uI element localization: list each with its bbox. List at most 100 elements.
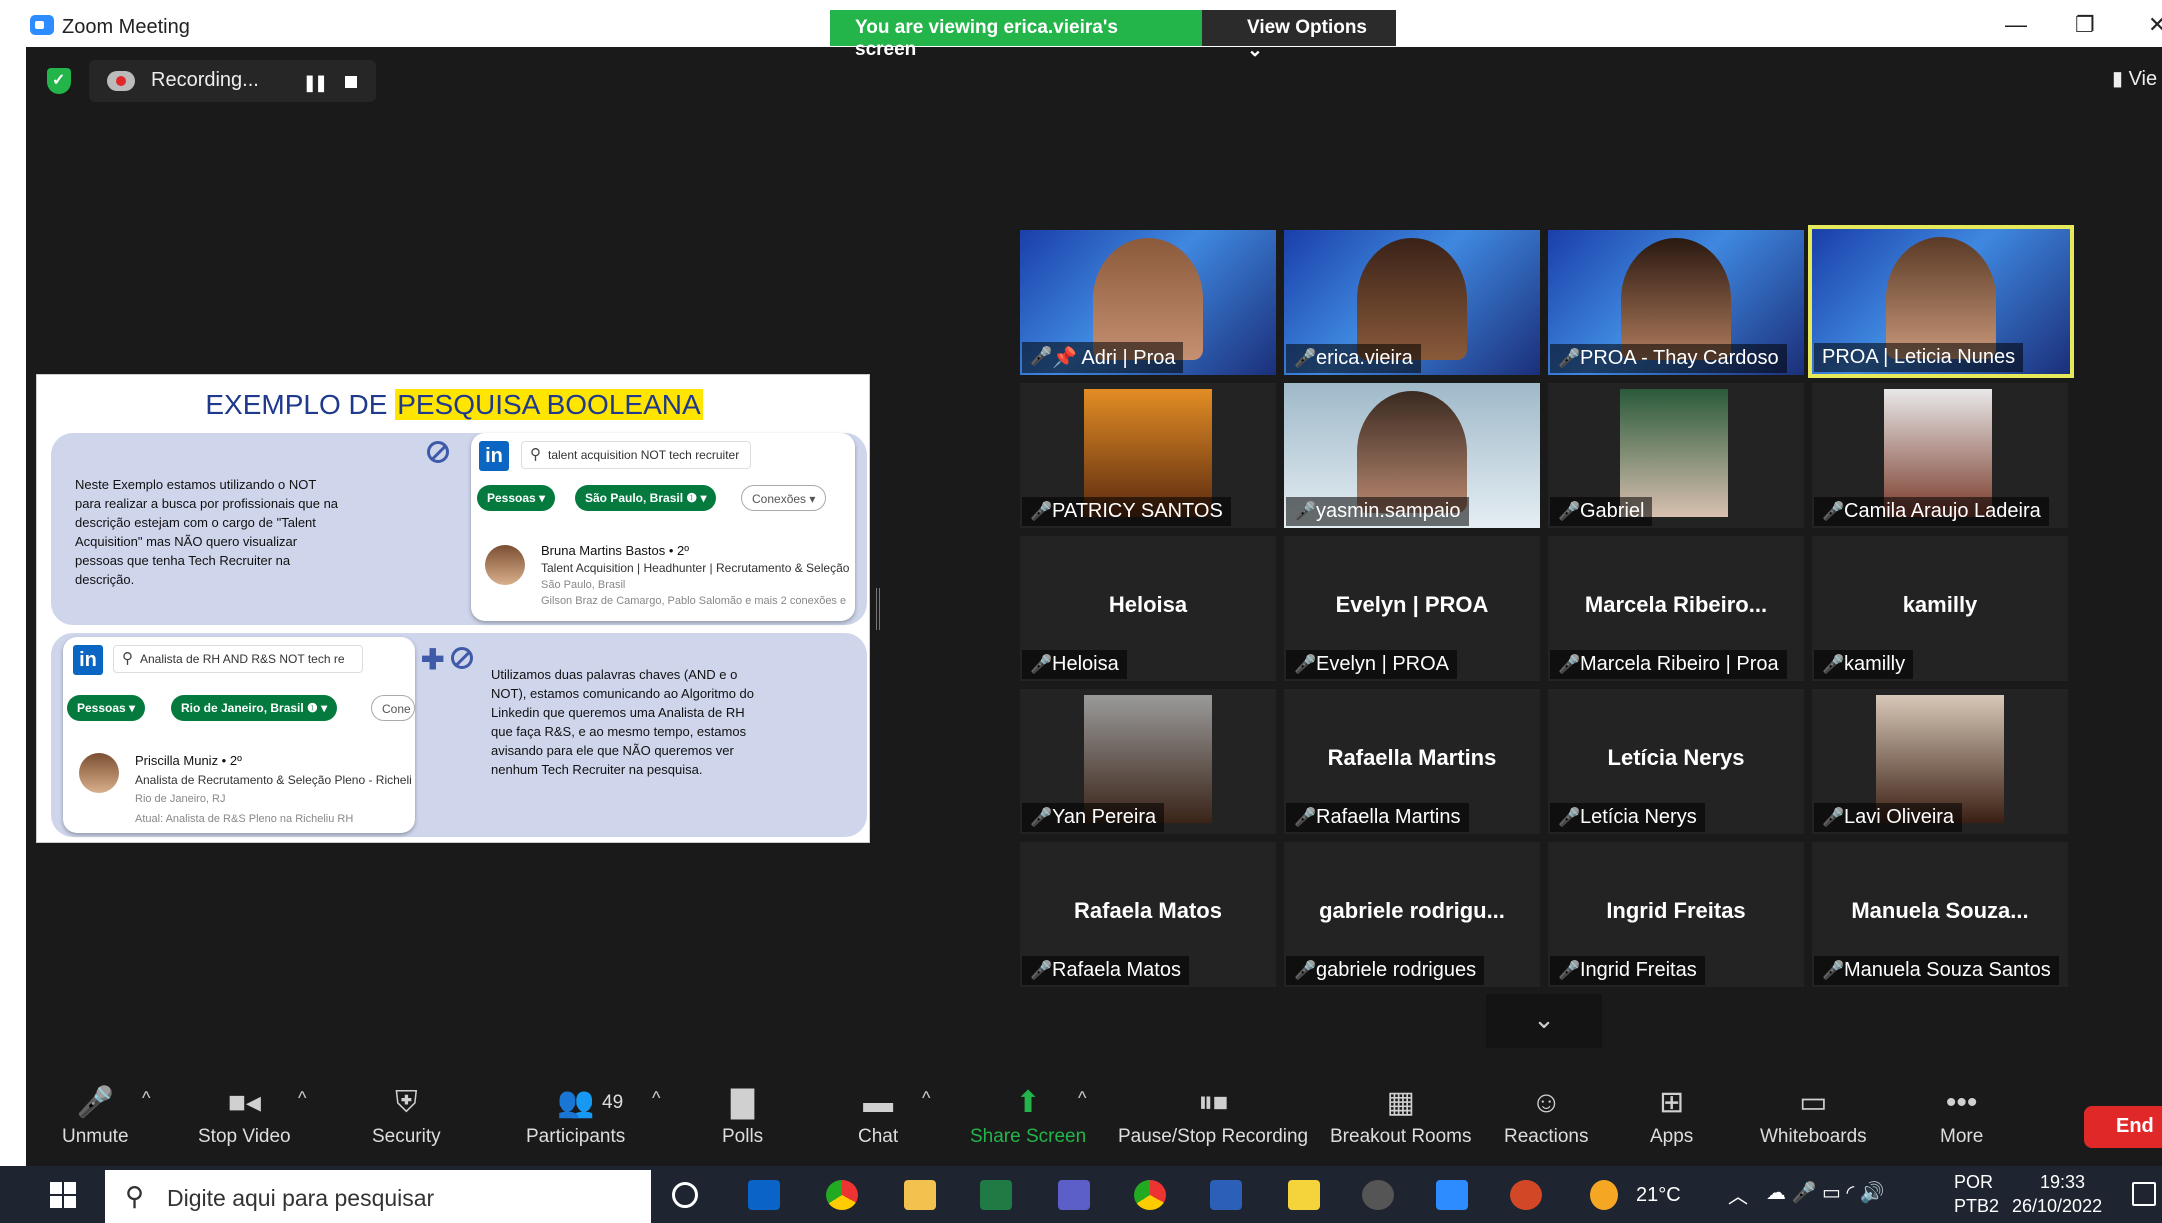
shield-icon: ⛨ [395,1086,418,1119]
encryption-shield-icon[interactable] [47,68,71,94]
unmute-button[interactable]: 🎤 Unmute [62,1080,129,1148]
chrome-icon-2[interactable] [1134,1180,1166,1210]
clock-date[interactable]: 26/10/2022 [2012,1196,2102,1217]
participant-name-label: 🎤 PROA - Thay Cardoso [1550,344,1787,373]
participant-display-name: Manuela Souza... [1851,898,2029,923]
outlook-icon[interactable] [748,1180,780,1210]
settings-gear-icon[interactable] [1362,1180,1394,1210]
teams-icon[interactable] [1058,1180,1090,1210]
search-icon: ⚲ [125,1181,145,1211]
recording-label: Recording... [151,69,259,91]
participant-tile[interactable]: 🎤 erica.vieira [1284,230,1540,375]
file-explorer-icon[interactable] [904,1180,936,1210]
slide-title: EXEMPLO DE PESQUISA BOOLEANA [205,389,703,420]
participant-tile[interactable]: 🎤 📌 Adri | Proa [1020,230,1276,375]
and-operator-icon: ✚ [421,644,445,675]
word-icon[interactable] [1210,1180,1242,1210]
window-left-edge [0,47,26,1223]
profile-location: Rio de Janeiro, RJ [135,793,226,805]
excel-icon[interactable] [980,1180,1012,1210]
participant-display-name: kamilly [1902,592,1978,617]
video-options-caret[interactable]: ^ [298,1088,306,1109]
muted-mic-icon: 🎤 [1822,501,1845,521]
notifications-icon[interactable] [2132,1182,2156,1206]
windows-start-icon[interactable] [50,1182,76,1208]
weather-temperature[interactable]: 21°C [1636,1184,1681,1207]
language-indicator-2[interactable]: PTB2 [1954,1196,1999,1217]
tray-chevron-icon[interactable]: ︿ [1728,1180,1748,1209]
muted-mic-icon: 🎤 [1558,501,1581,521]
muted-mic-icon: 🎤 [1822,960,1845,980]
tray-icons[interactable]: ☁ 🎤 ▭ ◜ 🔊 [1766,1180,1885,1205]
participant-video [1621,238,1731,360]
chat-button[interactable]: ▬ Chat [858,1080,898,1148]
apps-icon: ⊞ [1659,1086,1685,1119]
profile-location: São Paulo, Brasil [541,579,626,591]
profile-connections: Gilson Braz de Camargo, Pablo Salomão e … [541,595,847,607]
example-two-text: Utilizamos duas palavras chaves (AND e o… [491,667,755,777]
participant-video [1357,238,1467,360]
share-screen-button[interactable]: ⬆ Share Screen [970,1080,1086,1148]
participant-tile[interactable]: gabriele rodrigu... 🎤 gabriele rodrigues [1284,842,1540,987]
participant-tile[interactable]: Rafaela Matos 🎤 Rafaela Matos [1020,842,1276,987]
panel-splitter-handle[interactable] [876,588,880,630]
participant-tile[interactable]: Evelyn | PROA 🎤 Evelyn | PROA [1284,536,1540,681]
participant-tile[interactable]: 🎤 PROA - Thay Cardoso [1548,230,1804,375]
powerpoint-icon[interactable] [1510,1180,1542,1210]
participant-tile[interactable]: 🎤 Lavi Oliveira [1812,689,2068,834]
participant-tile[interactable]: 🎤 Gabriel [1548,383,1804,528]
participant-tile[interactable]: Marcela Ribeiro... 🎤 Marcela Ribeiro | Pr… [1548,536,1804,681]
reactions-button[interactable]: ☺ Reactions [1504,1080,1589,1148]
chrome-icon[interactable] [826,1180,858,1210]
participant-tile-active-speaker[interactable]: PROA | Leticia Nunes [1808,225,2074,378]
example-one-text: Neste Exemplo estamos utilizando o NOT p… [75,477,339,587]
profile-name: Bruna Martins Bastos • 2º [541,543,690,558]
taskbar-search-box[interactable]: ⚲ Digite aqui para pesquisar [105,1170,651,1223]
muted-mic-icon: 🎤 [1294,348,1317,368]
view-layout-button[interactable]: ▮ Vie [2112,66,2162,91]
sticky-notes-icon[interactable] [1288,1180,1320,1210]
polls-button[interactable]: ▇ Polls [722,1080,763,1148]
participants-options-caret[interactable]: ^ [652,1088,660,1109]
restore-button[interactable]: ❐ [2075,12,2095,38]
clock-time[interactable]: 19:33 [2040,1172,2085,1193]
pause-recording-icon[interactable]: ❚❚ [303,73,328,93]
profile-title: Talent Acquisition | Headhunter | Recrut… [541,561,850,575]
profile-title: Analista de Recrutamento & Seleção Pleno… [135,773,411,787]
participant-tile[interactable]: 🎤 PATRICY SANTOS [1020,383,1276,528]
gallery-next-page-button[interactable]: ⌄ [1486,994,1602,1048]
participant-tile[interactable]: Ingrid Freitas 🎤 Ingrid Freitas [1548,842,1804,987]
participant-tile[interactable]: Heloisa 🎤 Heloisa [1020,536,1276,681]
stop-video-button[interactable]: ■◂ Stop Video [198,1080,291,1148]
minimize-button[interactable]: — [2005,12,2027,38]
close-button[interactable]: ✕ [2148,12,2162,38]
participant-tile[interactable]: Letícia Nerys 🎤 Letícia Nerys [1548,689,1804,834]
participant-tile[interactable]: 🎤 Yan Pereira [1020,689,1276,834]
chat-options-caret[interactable]: ^ [922,1088,930,1109]
participant-tile[interactable]: Manuela Souza... 🎤 Manuela Souza Santos [1812,842,2068,987]
participant-display-name: gabriele rodrigu... [1319,898,1505,923]
participant-tile[interactable]: Rafaella Martins 🎤 Rafaella Martins [1284,689,1540,834]
whiteboards-button[interactable]: ▭ Whiteboards [1760,1080,1867,1148]
task-view-icon[interactable] [672,1182,698,1208]
participant-tile[interactable]: kamilly 🎤 kamilly [1812,536,2068,681]
participant-tile[interactable]: 🎤 yasmin.sampaio [1284,383,1540,528]
more-button[interactable]: ••• More [1940,1080,1983,1148]
zoom-taskbar-icon[interactable] [1436,1180,1468,1210]
language-indicator-1[interactable]: POR [1954,1172,1993,1193]
participants-count: 49 [602,1092,624,1113]
video-camera-icon: ■◂ [227,1086,261,1119]
pause-stop-recording-button[interactable]: ⏸⏹ Pause/Stop Recording [1118,1080,1308,1148]
stop-recording-icon[interactable] [345,76,357,88]
participants-button[interactable]: 👥 Participants [526,1080,625,1148]
view-options-button[interactable]: View Options ⌄ [1202,10,1396,61]
breakout-rooms-button[interactable]: ▦ Breakout Rooms [1330,1080,1472,1148]
participant-tile[interactable]: 🎤 Camila Araujo Ladeira [1812,383,2068,528]
share-options-caret[interactable]: ^ [1078,1088,1086,1109]
end-meeting-button[interactable]: End [2084,1106,2162,1148]
participant-display-name: Evelyn | PROA [1335,592,1489,617]
apps-button[interactable]: ⊞ Apps [1650,1080,1693,1148]
security-button[interactable]: ⛨ Security [372,1080,441,1148]
participant-name-label: 🎤 Ingrid Freitas [1550,956,1705,985]
audio-options-caret[interactable]: ^ [142,1088,150,1109]
